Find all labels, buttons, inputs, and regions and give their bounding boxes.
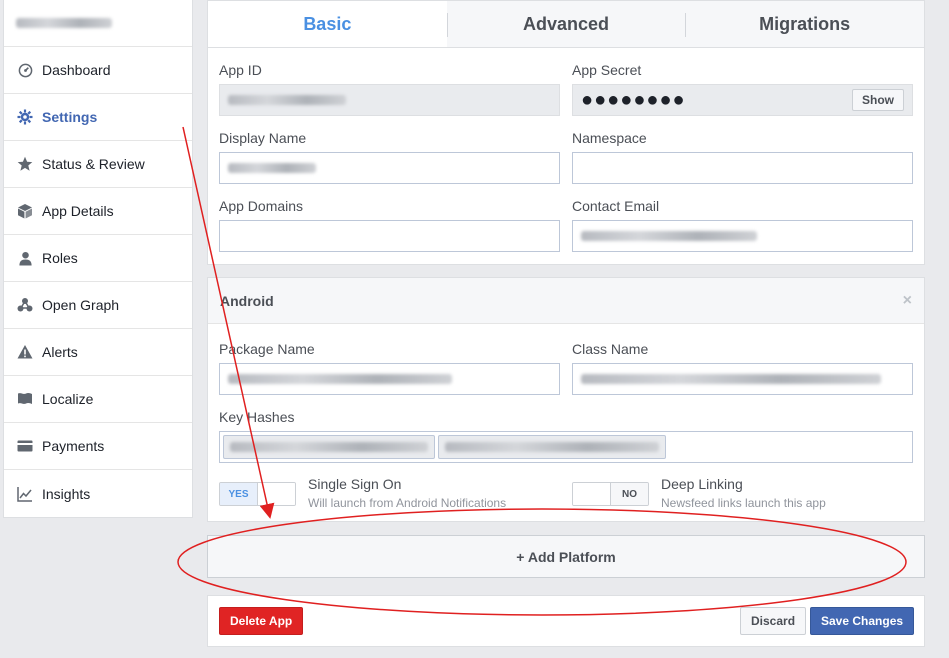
package-name-field: Package Name (219, 341, 560, 395)
star-icon (16, 155, 34, 173)
toggle-no-label: NO (610, 483, 648, 505)
delete-app-button[interactable]: Delete App (219, 607, 304, 635)
sidebar: Dashboard Settings Status & Review App D… (3, 0, 193, 518)
key-hashes-field: Key Hashes (219, 409, 913, 463)
sidebar-item-label: Settings (42, 109, 98, 125)
app-domains-field: App Domains (219, 198, 560, 252)
redacted-app-name (16, 18, 112, 28)
display-name-label: Display Name (219, 130, 307, 146)
sidebar-item-label: Status & Review (42, 156, 145, 172)
tab-basic[interactable]: Basic (208, 1, 447, 47)
redacted-display-name (228, 163, 316, 173)
single-sign-on-desc: Will launch from Android Notifications (308, 496, 507, 510)
app-domains-input[interactable] (219, 220, 560, 252)
app-id-field: App ID (219, 62, 560, 116)
android-header: Android × (208, 278, 924, 324)
sidebar-item-insights[interactable]: Insights (4, 470, 192, 517)
display-name-input[interactable] (219, 152, 560, 184)
contact-email-input[interactable] (572, 220, 913, 252)
sidebar-item-label: Open Graph (42, 297, 120, 313)
android-platform-panel: Android × Package Name Class Name Key Ha… (207, 277, 925, 522)
show-secret-button[interactable]: Show (852, 89, 904, 111)
redacted-app-id (228, 95, 346, 105)
flag-icon (16, 390, 34, 408)
class-name-input[interactable] (572, 363, 913, 395)
sidebar-item-app-details[interactable]: App Details (4, 188, 192, 235)
close-icon[interactable]: × (903, 292, 912, 310)
card-icon (16, 437, 34, 455)
sidebar-item-label: Dashboard (42, 62, 111, 78)
key-hashes-label: Key Hashes (219, 409, 295, 425)
toggle-yes-label: YES (220, 483, 258, 505)
redacted-package-name (228, 374, 452, 384)
namespace-input[interactable] (572, 152, 913, 184)
sidebar-item-dashboard[interactable]: Dashboard (4, 47, 192, 94)
graph-icon (16, 296, 34, 314)
toggle-knob (573, 483, 610, 505)
sidebar-item-settings[interactable]: Settings (4, 94, 192, 141)
basic-settings-panel: Basic Advanced Migrations App ID App Sec… (207, 0, 925, 265)
app-secret-field: App Secret ●●●●●●●● Show (572, 62, 913, 116)
deep-linking-toggle[interactable]: NO (572, 482, 649, 506)
app-id-input[interactable] (219, 84, 560, 116)
contact-email-field: Contact Email (572, 198, 913, 252)
discard-button[interactable]: Discard (740, 607, 807, 635)
tab-advanced[interactable]: Advanced (446, 1, 686, 47)
app-domains-label: App Domains (219, 198, 304, 214)
app-secret-value: ●●●●●●●● (581, 89, 686, 111)
cube-icon (16, 202, 34, 220)
sidebar-item-label: Localize (42, 391, 94, 407)
chart-icon (16, 485, 34, 503)
sidebar-item-alerts[interactable]: Alerts (4, 329, 192, 376)
footer-actions: Delete App Discard Save Changes (207, 595, 925, 647)
namespace-field: Namespace (572, 130, 913, 184)
app-id-label: App ID (219, 62, 262, 78)
toggle-knob (258, 483, 295, 505)
namespace-label: Namespace (572, 130, 647, 146)
add-platform-button[interactable]: + Add Platform (207, 535, 925, 578)
key-hashes-input[interactable] (219, 431, 913, 463)
sidebar-item-label: Roles (42, 250, 78, 266)
app-secret-input[interactable]: ●●●●●●●● Show (572, 84, 913, 116)
sidebar-item-label: Payments (42, 438, 105, 454)
android-title: Android (220, 292, 274, 309)
sidebar-item-localize[interactable]: Localize (4, 376, 192, 423)
sidebar-item-status-review[interactable]: Status & Review (4, 141, 192, 188)
save-changes-button[interactable]: Save Changes (810, 607, 915, 635)
deep-linking-text: Deep Linking Newsfeed links launch this … (661, 476, 826, 510)
single-sign-on-toggle[interactable]: YES (219, 482, 296, 506)
redacted-contact-email (581, 231, 757, 241)
sidebar-item-payments[interactable]: Payments (4, 423, 192, 470)
settings-tabs: Basic Advanced Migrations (208, 1, 924, 48)
sidebar-item-label: Insights (42, 485, 91, 502)
single-sign-on-text: Single Sign On Will launch from Android … (308, 476, 506, 510)
person-icon (16, 249, 34, 267)
tab-migrations[interactable]: Migrations (685, 1, 924, 47)
deep-linking-desc: Newsfeed links launch this app (661, 496, 826, 510)
deep-linking-title: Deep Linking (661, 476, 743, 492)
sidebar-item-label: App Details (42, 203, 114, 219)
class-name-field: Class Name (572, 341, 913, 395)
app-secret-label: App Secret (572, 62, 642, 78)
warning-icon (16, 343, 34, 361)
class-name-label: Class Name (572, 341, 649, 357)
sidebar-item-roles[interactable]: Roles (4, 235, 192, 282)
key-hash-chip[interactable] (223, 435, 435, 459)
dashboard-icon (16, 61, 34, 79)
app-name (4, 0, 192, 47)
sidebar-item-label: Alerts (42, 344, 78, 360)
package-name-input[interactable] (219, 363, 560, 395)
key-hash-chip[interactable] (438, 435, 666, 459)
contact-email-label: Contact Email (572, 198, 660, 214)
gear-icon (16, 108, 34, 126)
single-sign-on-title: Single Sign On (308, 476, 402, 492)
sidebar-item-open-graph[interactable]: Open Graph (4, 282, 192, 329)
package-name-label: Package Name (219, 341, 315, 357)
redacted-class-name (581, 374, 881, 384)
display-name-field: Display Name (219, 130, 560, 184)
